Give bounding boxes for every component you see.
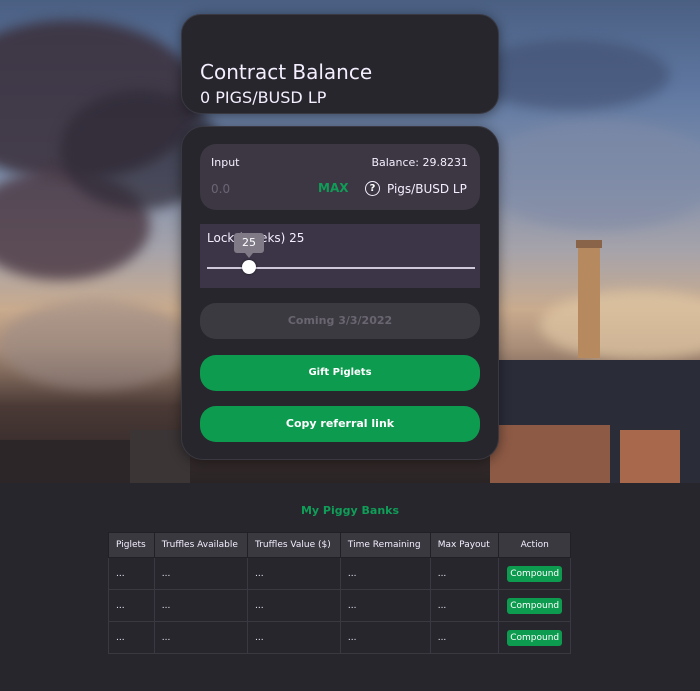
table-row: ... ... ... ... ... Compound (108, 557, 571, 590)
column-header-truffles-available: Truffles Available (153, 532, 249, 558)
table-cell: ... (247, 557, 341, 590)
table-cell: ... (339, 621, 431, 654)
wallet-balance: Balance: 29.8231 (371, 156, 468, 169)
table-cell: ... (108, 557, 155, 590)
lock-slider-thumb[interactable] (242, 260, 256, 274)
action-cell: Compound (498, 589, 571, 622)
table-row: ... ... ... ... ... Compound (108, 589, 571, 622)
copy-referral-link-button[interactable]: Copy referral link (200, 406, 480, 442)
table-cell: ... (429, 557, 500, 590)
lock-slider-tooltip: 25 (234, 233, 264, 258)
table-header-row: Piglets Truffles Available Truffles Valu… (108, 532, 571, 558)
table-row: ... ... ... ... ... Compound (108, 621, 571, 654)
table-cell: ... (247, 621, 341, 654)
table-cell: ... (339, 557, 431, 590)
table-cell: ... (153, 557, 249, 590)
column-header-action: Action (498, 532, 571, 558)
column-header-piglets: Piglets (108, 532, 155, 558)
table-cell: ... (429, 621, 500, 654)
column-header-max-payout: Max Payout (429, 532, 500, 558)
my-piggy-banks-title: My Piggy Banks (300, 504, 400, 517)
lock-weeks-panel: Lock (weeks) 25 25 (200, 224, 480, 288)
compound-button[interactable]: Compound (507, 597, 563, 614)
piggy-banks-table: Piglets Truffles Available Truffles Valu… (108, 532, 571, 654)
token-name: Pigs/BUSD LP (387, 182, 467, 196)
lp-input-panel: Input Balance: 29.8231 0.0 MAX ? Pigs/BU… (200, 144, 480, 210)
stake-card: Input Balance: 29.8231 0.0 MAX ? Pigs/BU… (181, 126, 499, 460)
table-cell: ... (108, 621, 155, 654)
input-label: Input (211, 156, 240, 169)
contract-balance-amount: 0 PIGS/BUSD LP (200, 88, 327, 107)
table-cell: ... (153, 589, 249, 622)
table-cell: ... (247, 589, 341, 622)
max-button[interactable]: MAX (318, 181, 348, 195)
compound-button[interactable]: Compound (507, 629, 563, 646)
table-cell: ... (153, 621, 249, 654)
column-header-time-remaining: Time Remaining (339, 532, 431, 558)
amount-input[interactable]: 0.0 (211, 182, 230, 196)
table-cell: ... (429, 589, 500, 622)
contract-balance-title: Contract Balance (200, 60, 373, 84)
column-header-truffles-value: Truffles Value ($) (247, 532, 341, 558)
action-cell: Compound (498, 621, 571, 654)
contract-balance-card: Contract Balance 0 PIGS/BUSD LP (181, 14, 499, 114)
gift-piglets-button[interactable]: Gift Piglets (200, 355, 480, 391)
table-cell: ... (339, 589, 431, 622)
action-cell: Compound (498, 557, 571, 590)
coming-soon-button: Coming 3/3/2022 (200, 303, 480, 339)
compound-button[interactable]: Compound (507, 565, 563, 582)
question-circle-icon[interactable]: ? (365, 181, 380, 196)
table-cell: ... (108, 589, 155, 622)
